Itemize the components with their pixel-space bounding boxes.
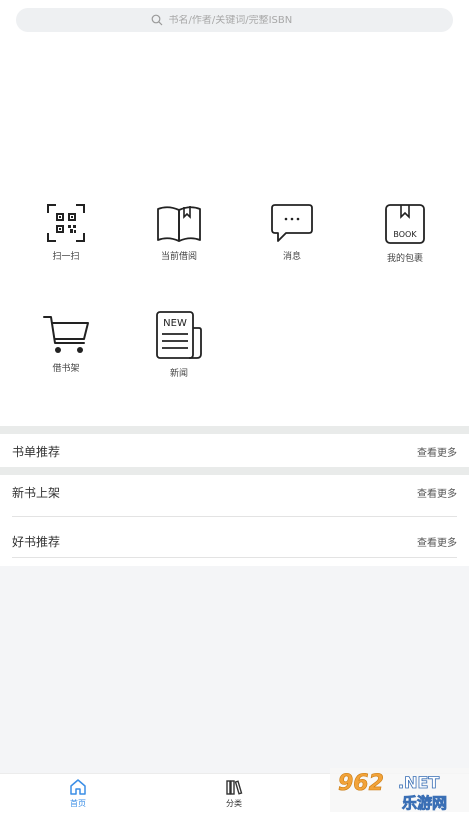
section-book-list: 书单推荐 查看更多 (0, 435, 469, 467)
search-bar[interactable] (16, 8, 453, 32)
content-empty-area (0, 566, 469, 773)
grid-label-scan: 扫一扫 (52, 252, 80, 262)
search-input[interactable] (168, 14, 319, 26)
see-more-good-books-link[interactable]: 查看更多 (417, 534, 457, 549)
site-watermark-logo: 962 .NET 乐游网 (330, 768, 469, 812)
divider-line (12, 516, 457, 517)
grid-item-message[interactable]: 消息 (252, 203, 332, 262)
grid-item-news[interactable]: NEW 新闻 (139, 310, 219, 379)
svg-text:.NET: .NET (398, 773, 439, 792)
home-icon (70, 779, 86, 795)
cart-icon (43, 316, 89, 353)
grid-item-my-package[interactable]: BOOK 我的包裹 (365, 203, 445, 264)
grid-item-bookshelf[interactable]: 借书架 (26, 313, 106, 374)
news-icon-text: NEW (163, 318, 187, 329)
newspaper-icon: NEW (156, 311, 202, 359)
grid-label-message: 消息 (282, 252, 301, 262)
section-divider (0, 467, 469, 475)
grid-label-news: 新闻 (169, 369, 188, 379)
section-title-good-books: 好书推荐 (12, 534, 61, 549)
grid-item-scan[interactable]: 扫一扫 (26, 203, 106, 262)
grid-item-current-borrow[interactable]: 当前借阅 (139, 203, 219, 262)
divider-line (12, 557, 457, 558)
section-title-new-books: 新书上架 (12, 485, 61, 500)
see-more-new-books-link[interactable]: 查看更多 (417, 485, 457, 500)
section-good-books: 好书推荐 查看更多 (0, 525, 469, 557)
books-icon (226, 780, 243, 795)
message-icon (271, 204, 313, 242)
svg-text:962: 962 (338, 771, 384, 796)
grid-label-my-package: 我的包裹 (386, 254, 423, 264)
qr-scan-icon (47, 204, 85, 242)
see-more-book-list-link[interactable]: 查看更多 (417, 444, 457, 459)
grid-label-bookshelf: 借书架 (52, 364, 80, 374)
tab-category[interactable]: 分类 (204, 778, 264, 809)
grid-label-current-borrow: 当前借阅 (160, 252, 197, 262)
section-title-book-list: 书单推荐 (12, 444, 61, 459)
search-icon (151, 14, 162, 26)
svg-text:乐游网: 乐游网 (402, 794, 447, 812)
section-divider (0, 426, 469, 434)
section-new-books: 新书上架 查看更多 (0, 476, 469, 508)
open-book-icon (157, 206, 201, 242)
tab-home-label: 首页 (70, 799, 86, 808)
book-package-icon: BOOK (385, 204, 425, 244)
book-icon-text: BOOK (393, 230, 417, 239)
tab-category-label: 分类 (226, 799, 242, 808)
banner-area (0, 40, 469, 190)
tab-home[interactable]: 首页 (48, 778, 108, 809)
